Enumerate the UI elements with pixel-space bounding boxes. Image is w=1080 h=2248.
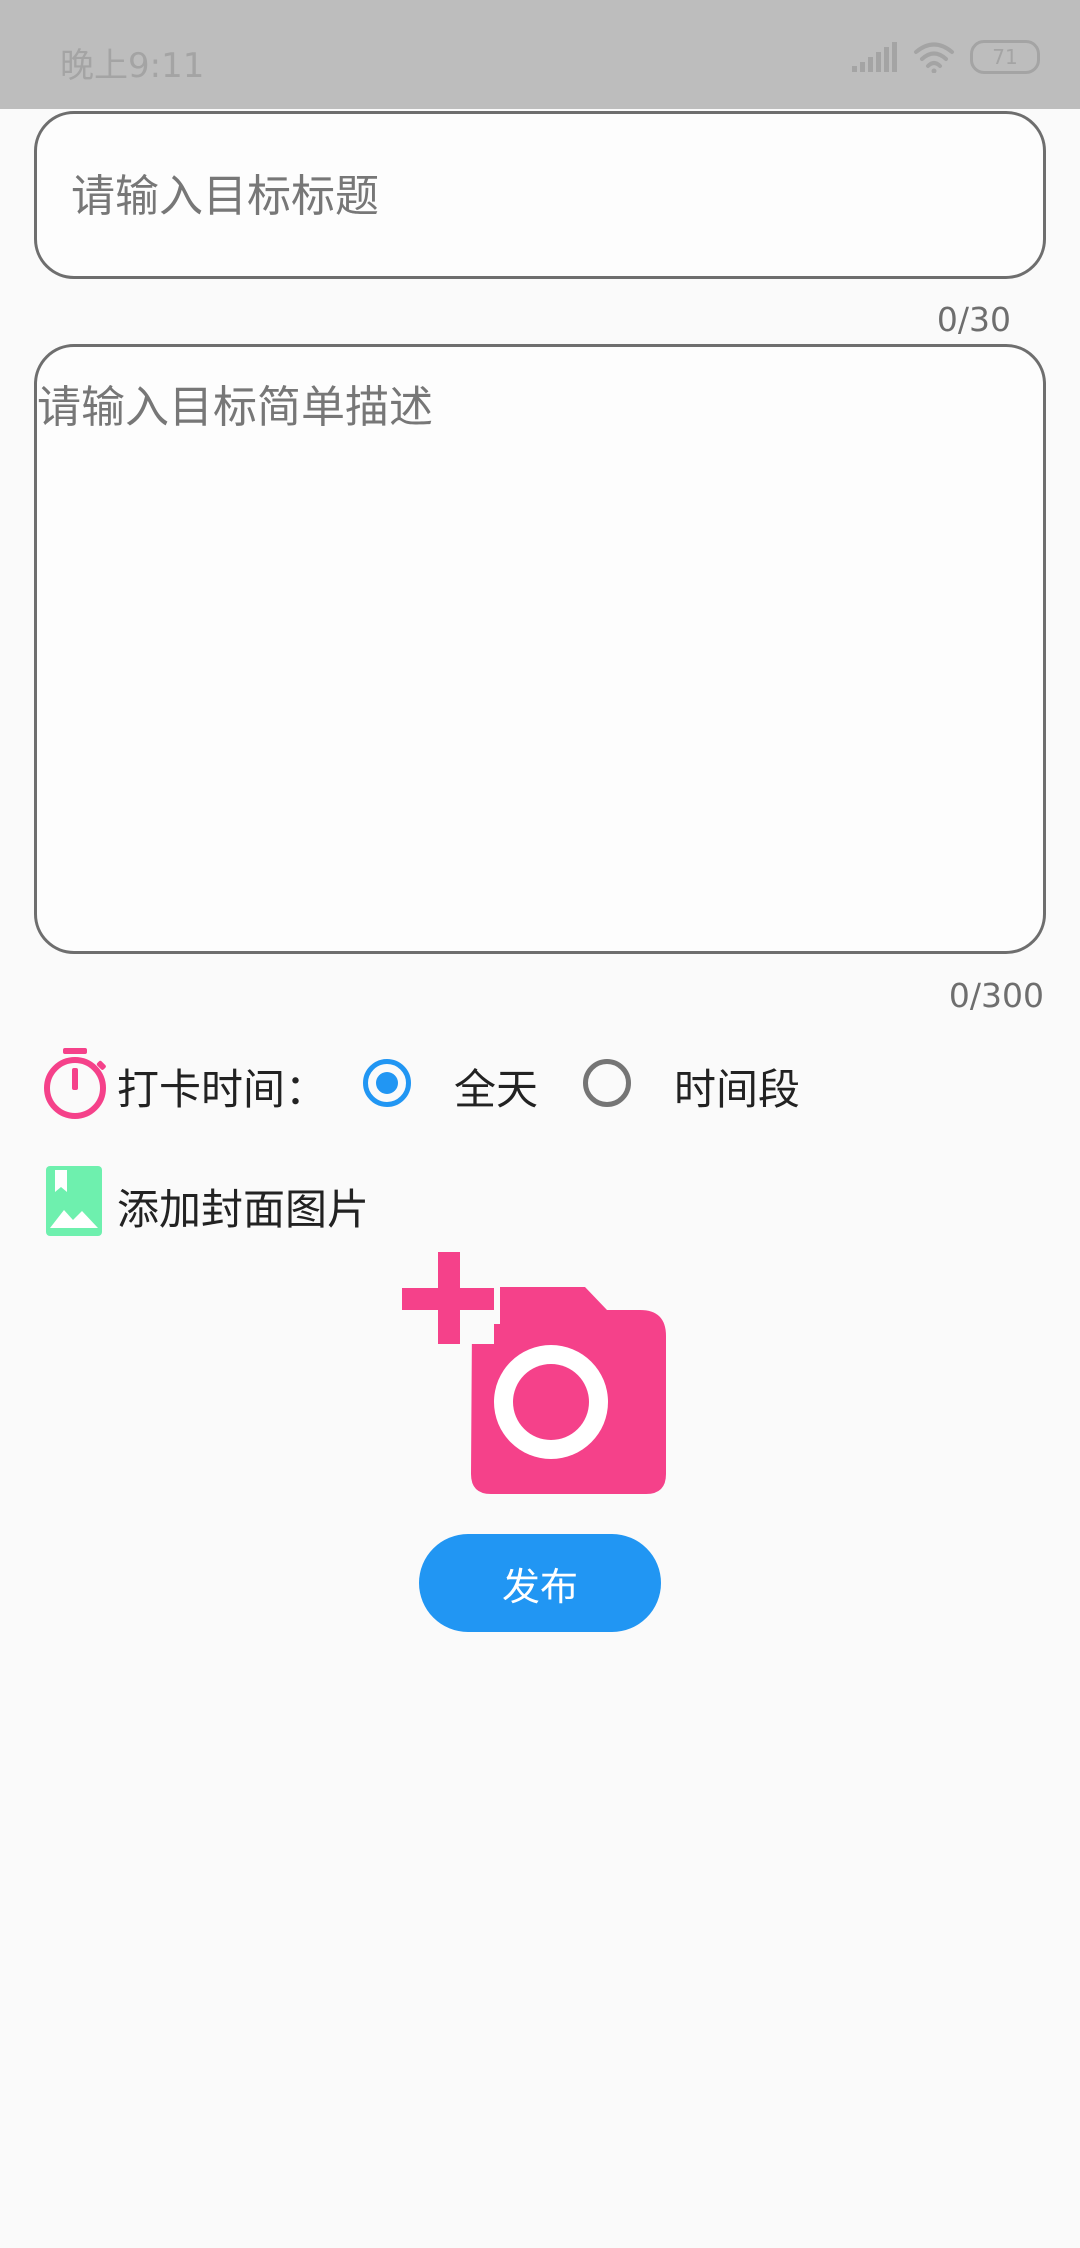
checkin-time-row: 打卡时间： 全天 时间段	[40, 1040, 1040, 1126]
status-time: 晚上9:11	[60, 46, 205, 86]
radio-all-day[interactable]	[363, 1059, 411, 1107]
checkin-time-label: 打卡时间：	[117, 1065, 328, 1114]
status-bar: 晚上9:11 71	[0, 0, 1080, 109]
status-icons: 71	[852, 40, 1040, 74]
picture-icon	[46, 1166, 102, 1236]
add-photo-icon[interactable]	[400, 1252, 670, 1502]
publish-button[interactable]: 发布	[419, 1534, 661, 1632]
radio-time-period[interactable]	[583, 1059, 631, 1107]
description-field	[34, 344, 1046, 954]
radio-all-day-label[interactable]: 全天	[454, 1056, 538, 1117]
cover-image-row: 添加封面图片	[46, 1166, 646, 1238]
wifi-icon	[914, 42, 954, 73]
description-input[interactable]	[37, 371, 1027, 931]
timer-icon	[44, 1048, 106, 1119]
battery-icon: 71	[970, 40, 1040, 74]
title-char-counter: 0/30	[936, 300, 1011, 339]
radio-time-period-label[interactable]: 时间段	[674, 1056, 800, 1117]
cover-image-label: 添加封面图片	[117, 1185, 370, 1234]
signal-icon	[852, 42, 897, 72]
title-input[interactable]	[69, 114, 1013, 278]
title-field	[34, 111, 1046, 279]
description-char-counter: 0/300	[948, 976, 1044, 1015]
